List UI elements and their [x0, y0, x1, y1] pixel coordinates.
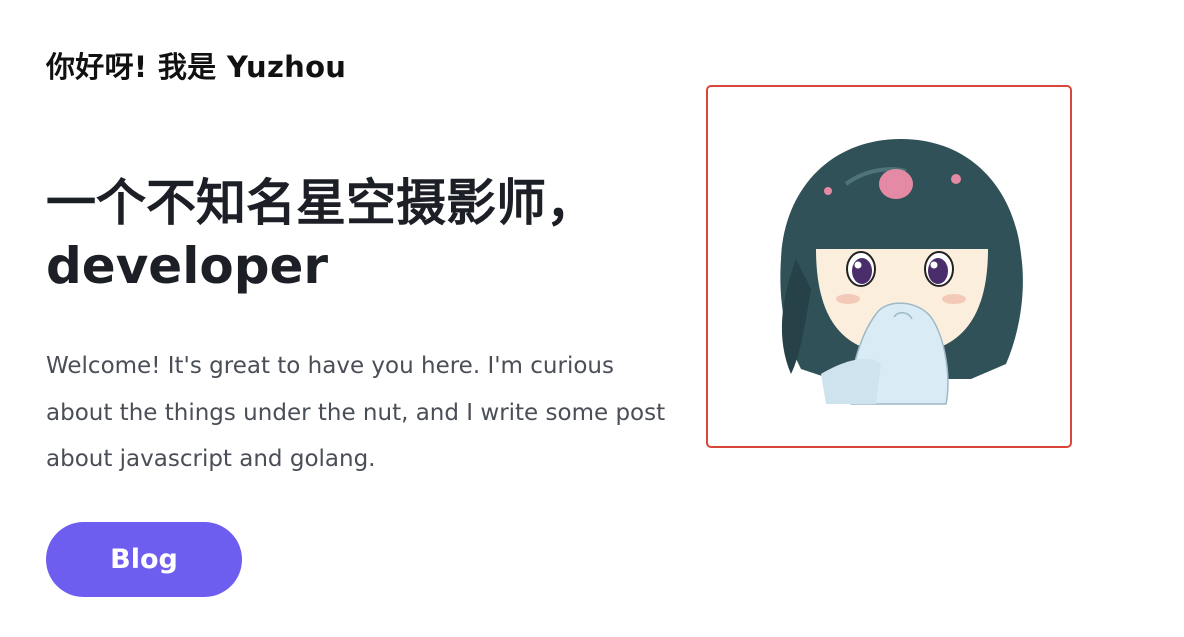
blog-button[interactable]: Blog	[46, 522, 242, 597]
hair-dot-left	[824, 187, 832, 195]
hero-section: 你好呀! 我是 Yuzhou 一个不知名星空摄影师，developer Welc…	[0, 0, 1184, 637]
avatar-frame	[706, 85, 1072, 448]
greeting-text: 你好呀! 我是 Yuzhou	[46, 50, 347, 84]
iris-left	[852, 258, 872, 284]
page-title: 一个不知名星空摄影师，developer	[46, 174, 596, 295]
hair-dot-right	[951, 174, 961, 184]
iris-right	[928, 258, 948, 284]
avatar	[780, 139, 1023, 405]
blush-left	[836, 294, 860, 304]
intro-paragraph: Welcome! It's great to have you here. I'…	[46, 353, 666, 472]
hair-clip	[879, 169, 913, 199]
blush-right	[942, 294, 966, 304]
eye-shine-right	[930, 261, 938, 269]
eye-shine-left	[854, 261, 862, 269]
